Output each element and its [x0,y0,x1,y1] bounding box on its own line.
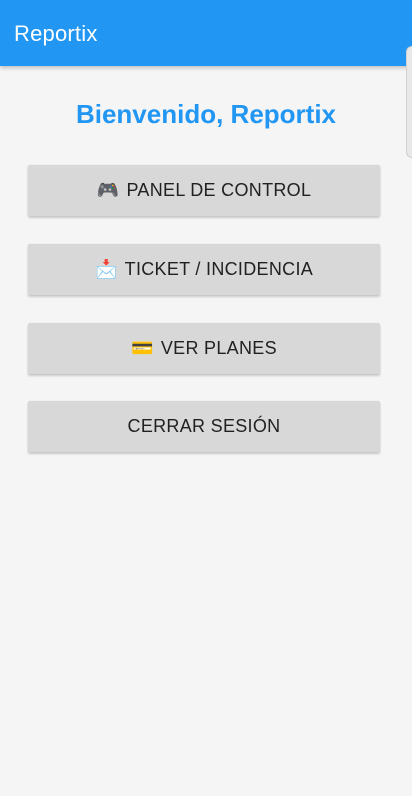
logout-label: CERRAR SESIÓN [127,416,281,436]
view-plans-button[interactable]: 💳 VER PLANES [28,323,380,374]
inbox-tray-icon: 📩 [94,258,118,280]
credit-card-icon: 💳 [131,337,154,359]
ticket-incident-button[interactable]: 📩 TICKET / INCIDENCIA [28,244,380,295]
ticket-incident-label: TICKET / INCIDENCIA [124,259,314,279]
app-title: Reportix [14,21,98,46]
control-panel-label: PANEL DE CONTROL [126,180,312,200]
scroll-edge-indicator [406,46,412,158]
view-plans-label: VER PLANES [160,338,277,358]
app-bar: Reportix [0,0,412,66]
welcome-heading: Bienvenido, Reportix [75,99,337,129]
control-panel-button[interactable]: 🎮 PANEL DE CONTROL [28,165,380,216]
logout-button[interactable]: CERRAR SESIÓN [28,401,380,452]
gamepad-icon: 🎮 [96,179,120,201]
